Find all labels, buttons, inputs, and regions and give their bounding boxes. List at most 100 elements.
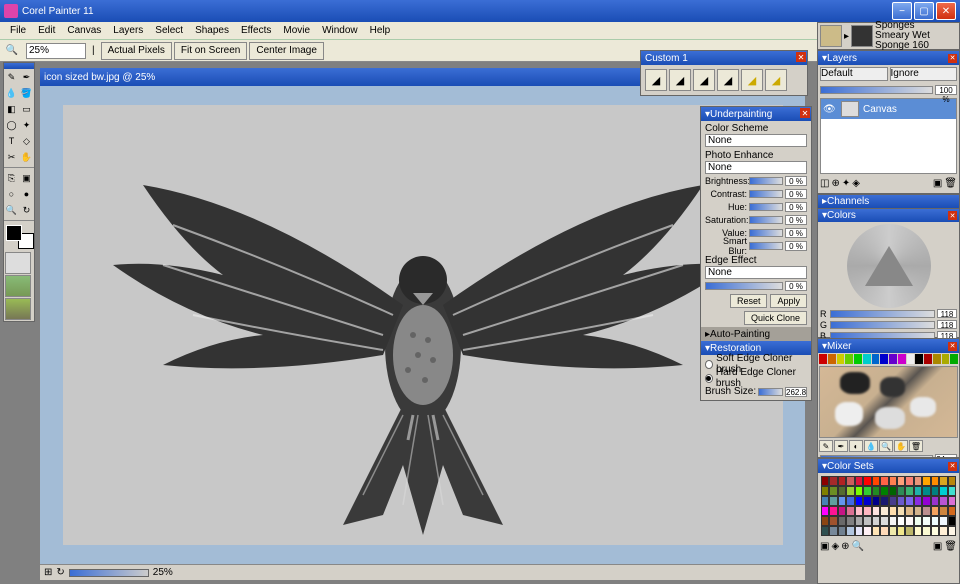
colorset-swatch[interactable] (939, 476, 947, 486)
colorset-swatch[interactable] (863, 506, 871, 516)
colorset-swatch[interactable] (821, 476, 829, 486)
mixer-size-slider[interactable] (820, 455, 933, 457)
mixer-swatch[interactable] (898, 354, 906, 364)
menu-select[interactable]: Select (149, 23, 189, 38)
mixer-tab[interactable]: ▾ Mixer✕ (818, 339, 959, 353)
brush-preset[interactable]: ◢ (669, 69, 691, 91)
auto-painting-section[interactable]: ▸ Auto-Painting (701, 327, 811, 341)
rotate-tool[interactable]: ↻ (19, 202, 34, 218)
colorset-swatch[interactable] (880, 526, 888, 536)
lasso-tool[interactable]: ◯ (4, 117, 19, 133)
r-slider[interactable] (830, 310, 935, 318)
mixer-swatch[interactable] (880, 354, 888, 364)
menu-effects[interactable]: Effects (235, 23, 277, 38)
colorset-swatch[interactable] (948, 486, 956, 496)
mixer-swatch[interactable] (950, 354, 958, 364)
colorset-swatch[interactable] (855, 496, 863, 506)
colorset-cmd-icon[interactable]: ▣ (933, 541, 942, 551)
mixer-tool[interactable]: ✒ (834, 440, 848, 452)
colorset-swatch[interactable] (872, 486, 880, 496)
select-tool[interactable]: ▭ (19, 101, 34, 117)
colorset-swatch[interactable] (880, 476, 888, 486)
mixer-swatch[interactable] (915, 354, 923, 364)
stamp-tool[interactable]: ▣ (19, 170, 34, 186)
text-tool[interactable]: T (4, 133, 19, 149)
brush-preset[interactable]: ◢ (717, 69, 739, 91)
mixer-swatch[interactable] (845, 354, 853, 364)
under-slider[interactable] (749, 203, 783, 211)
mixer-tool[interactable]: ✎ (819, 440, 833, 452)
colorset-swatch[interactable] (863, 476, 871, 486)
colorset-swatch[interactable] (889, 496, 897, 506)
menu-movie[interactable]: Movie (277, 23, 316, 38)
colors-tab[interactable]: ▾ Colors✕ (818, 209, 959, 222)
colorset-swatch[interactable] (872, 496, 880, 506)
colorset-swatch[interactable] (922, 496, 930, 506)
preserve-select[interactable]: Ignore (890, 67, 958, 81)
mixer-swatch[interactable] (889, 354, 897, 364)
colorset-swatch[interactable] (914, 496, 922, 506)
layers-tab[interactable]: ▾ Layers✕ (818, 51, 959, 65)
dropdown-icon[interactable]: ▸ (844, 31, 849, 42)
layer-cmd-icon[interactable]: ⊕ (831, 178, 839, 190)
colorset-swatch[interactable] (829, 516, 837, 526)
colorset-swatch[interactable] (821, 486, 829, 496)
colorset-swatch[interactable] (939, 516, 947, 526)
menu-layers[interactable]: Layers (107, 23, 149, 38)
colorset-swatch[interactable] (931, 516, 939, 526)
zoom-slider[interactable] (69, 569, 149, 577)
photo-enhance-select[interactable]: None (705, 161, 807, 174)
mixer-swatch[interactable] (933, 354, 941, 364)
colorset-swatch[interactable] (855, 516, 863, 526)
mixer-swatch[interactable] (854, 354, 862, 364)
paper-texture-swatch[interactable] (5, 252, 31, 274)
shape-tool[interactable]: ◇ (19, 133, 34, 149)
maximize-button[interactable]: ▢ (914, 2, 934, 20)
bucket-tool[interactable]: 🪣 (19, 85, 34, 101)
brush-category-icon[interactable] (820, 25, 842, 47)
edge-amount-slider[interactable] (705, 282, 783, 290)
brush-preset[interactable]: ◢ (645, 69, 667, 91)
under-slider[interactable] (749, 216, 783, 224)
actual-pixels-button[interactable]: Actual Pixels (101, 42, 172, 60)
colorset-swatch[interactable] (838, 506, 846, 516)
mixer-tool[interactable]: 🗑 (909, 440, 923, 452)
colorset-swatch[interactable] (846, 526, 854, 536)
menu-window[interactable]: Window (316, 23, 364, 38)
close-icon[interactable]: ✕ (948, 54, 957, 63)
gradient-swatch[interactable] (5, 298, 31, 320)
colorset-swatch[interactable] (897, 526, 905, 536)
colorset-swatch[interactable] (863, 496, 871, 506)
colorset-cmd-icon[interactable]: 🔍 (852, 541, 864, 551)
colorset-swatch[interactable] (889, 506, 897, 516)
nav-icon[interactable]: ⊞ (44, 567, 52, 578)
hard-edge-option[interactable]: Hard Edge Cloner brush (705, 371, 807, 385)
colorset-swatch[interactable] (838, 486, 846, 496)
mixer-swatch[interactable] (942, 354, 950, 364)
colorset-swatch[interactable] (897, 496, 905, 506)
colorset-swatch[interactable] (905, 486, 913, 496)
apply-button[interactable]: Apply (770, 294, 807, 308)
colorset-swatch[interactable] (863, 516, 871, 526)
colorset-swatch[interactable] (931, 476, 939, 486)
colorset-swatch[interactable] (948, 516, 956, 526)
document-viewport[interactable] (40, 86, 805, 564)
colorset-swatch[interactable] (880, 486, 888, 496)
mixer-tool[interactable]: 🔍 (879, 440, 893, 452)
layer-cmd-icon[interactable]: ✦ (842, 178, 850, 190)
colorset-swatch[interactable] (914, 476, 922, 486)
underpainting-title[interactable]: ▾ Underpainting✕ (701, 107, 811, 121)
colorset-swatch[interactable] (872, 506, 880, 516)
colorset-swatch[interactable] (948, 496, 956, 506)
colorset-cmd-icon[interactable]: ⊕ (841, 541, 849, 551)
custom-palette-title[interactable]: Custom 1✕ (641, 51, 807, 65)
mixer-swatch[interactable] (819, 354, 827, 364)
close-icon[interactable]: ✕ (796, 52, 806, 62)
colorset-swatch[interactable] (855, 506, 863, 516)
opacity-slider[interactable] (820, 86, 933, 94)
close-icon[interactable]: ✕ (948, 462, 957, 471)
colorset-swatch[interactable] (846, 486, 854, 496)
close-icon[interactable]: ✕ (800, 108, 810, 118)
mixer-swatch[interactable] (924, 354, 932, 364)
burn-tool[interactable]: ● (19, 186, 34, 202)
